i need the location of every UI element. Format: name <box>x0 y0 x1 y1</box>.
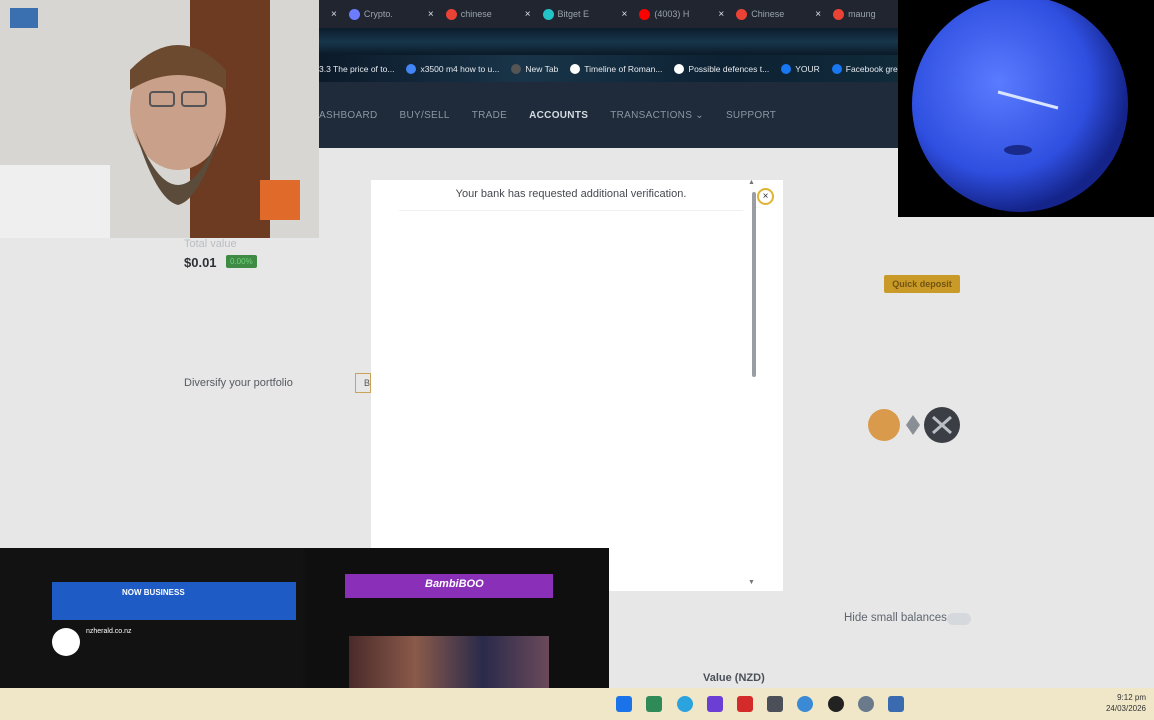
cl-icon <box>674 63 685 74</box>
gamepad-icon[interactable] <box>767 696 783 712</box>
google-icon <box>445 8 457 20</box>
red-app-icon[interactable] <box>737 696 753 712</box>
crypto-favicon <box>348 8 360 20</box>
telegram-icon[interactable] <box>677 696 693 712</box>
bookmark-item[interactable]: Possible defences t... <box>674 63 770 74</box>
bookmark-label: x3500 m4 how to u... <box>420 63 500 74</box>
bookmark-item[interactable]: Timeline of Roman... <box>570 63 663 74</box>
nav-trade[interactable]: TRADE <box>472 110 507 121</box>
tab-label: Bitget E <box>557 9 590 19</box>
close-icon[interactable]: × <box>622 9 628 20</box>
bookmark-item[interactable]: New Tab <box>511 63 559 74</box>
bookmark-label: New Tab <box>525 63 559 74</box>
preview-title: nzherald.co.nz <box>86 628 132 635</box>
close-icon[interactable]: × <box>331 9 337 20</box>
xrp-icon <box>924 407 960 443</box>
diversify-button[interactable]: B <box>355 373 371 393</box>
browser-toolbar <box>319 28 898 55</box>
nav-buy-sell[interactable]: BUY/SELL <box>400 110 450 121</box>
facebook-icon <box>781 63 792 74</box>
facebook-icon <box>831 63 842 74</box>
google-icon <box>736 8 748 20</box>
bookmarks-bar: 3.3 The price of to... x3500 m4 how to u.… <box>319 55 907 82</box>
close-icon[interactable]: × <box>525 9 531 20</box>
bookmark-label: Timeline of Roman... <box>584 63 663 74</box>
close-icon[interactable]: × <box>815 9 821 20</box>
bookmark-item[interactable]: x3500 m4 how to u... <box>406 63 500 74</box>
browser-tab[interactable]: Chinese × <box>730 0 827 28</box>
nav-accounts[interactable]: ACCOUNTS <box>529 110 588 121</box>
nav-support[interactable]: SUPPORT <box>726 110 776 121</box>
bookmark-item[interactable]: 3.3 The price of to... <box>319 64 394 74</box>
scroll-down-arrow-icon[interactable]: ▼ <box>748 579 755 586</box>
tab-label: maung <box>848 9 876 19</box>
nav-transactions[interactable]: TRANSACTIONS ⌄ <box>610 110 704 121</box>
chevron-down-icon: ⌄ <box>695 109 704 121</box>
neptune-image <box>898 0 1154 217</box>
browser-tab-bar: × Crypto. × chinese × Bitget E × (4003) H × Chine… <box>319 0 1015 28</box>
preview-kick-banner-text: BambiBOO <box>425 578 484 590</box>
tab-label: Chinese <box>751 9 785 19</box>
site-navigation: ASHBOARD BUY/SELL TRADE ACCOUNTS TRANSAC… <box>319 82 898 148</box>
clock-time: 9:12 pm <box>1117 693 1146 702</box>
value-column-header: Value (NZD) <box>703 672 765 684</box>
close-icon[interactable]: × <box>718 9 724 20</box>
browser-tab[interactable]: Crypto. × <box>343 0 440 28</box>
total-value-label: Total value <box>184 238 237 250</box>
bookmark-label: 3.3 The price of to... <box>319 63 395 74</box>
browser-icon[interactable] <box>797 696 813 712</box>
total-value-amount: $0.01 <box>184 255 217 270</box>
gear-icon[interactable] <box>858 696 874 712</box>
tab-label: chinese <box>460 9 492 19</box>
browser-tab[interactable]: chinese × <box>440 0 537 28</box>
hide-small-balances-toggle[interactable] <box>947 613 971 625</box>
verification-modal: Your bank has requested additional verif… <box>371 179 783 591</box>
store-icon[interactable] <box>616 696 632 712</box>
shield-app-icon[interactable] <box>828 696 844 712</box>
change-badge: 0.00% <box>226 255 257 268</box>
bookmark-item[interactable]: Facebook green <box>831 63 907 74</box>
bookmark-item[interactable]: YOUR <box>781 63 820 74</box>
preview-banner-text: NOW BUSINESS <box>122 588 185 597</box>
quick-deposit-button[interactable]: Quick deposit <box>884 275 960 293</box>
nav-dashboard[interactable]: ASHBOARD <box>319 110 378 121</box>
close-icon[interactable]: × <box>757 188 774 205</box>
windows-taskbar: 9:12 pm 24/03/2026 <box>0 688 1154 720</box>
bitcoin-icon <box>868 409 900 441</box>
diversify-text: Diversify your portfolio <box>184 377 293 389</box>
bitget-icon <box>542 8 554 20</box>
modal-scroll-thumb[interactable] <box>752 192 756 377</box>
nav-transactions-label: TRANSACTIONS <box>610 109 693 121</box>
bookmark-label: YOUR <box>795 63 820 74</box>
scroll-up-arrow-icon[interactable]: ▲ <box>748 179 755 186</box>
close-icon[interactable]: × <box>428 9 434 20</box>
hide-small-balances-label: Hide small balances <box>844 612 947 624</box>
modal-divider <box>399 210 743 211</box>
modal-message: Your bank has requested additional verif… <box>455 188 687 200</box>
browser-tab[interactable]: Bitget E × <box>537 0 634 28</box>
purple-app-icon[interactable] <box>707 696 723 712</box>
tab-label: (4003) H <box>654 9 690 19</box>
bookmark-label: Possible defences t... <box>688 63 770 74</box>
tab-label: Crypto. <box>363 9 393 19</box>
google-icon <box>833 8 845 20</box>
app-icon[interactable] <box>646 696 662 712</box>
youtube-icon <box>639 8 651 20</box>
browser-tab[interactable]: (4003) H × <box>633 0 730 28</box>
browser-tab[interactable]: × <box>319 0 343 28</box>
webcam-overlay <box>0 0 319 238</box>
nzherald-logo <box>52 628 80 656</box>
system-clock[interactable]: 9:12 pm 24/03/2026 <box>1094 692 1146 714</box>
snipping-icon[interactable] <box>888 696 904 712</box>
newtab-icon <box>511 63 522 74</box>
wikipedia-icon <box>570 63 581 74</box>
clock-date: 24/03/2026 <box>1105 704 1146 713</box>
ethereum-icon <box>906 415 920 435</box>
google-icon <box>406 63 417 74</box>
